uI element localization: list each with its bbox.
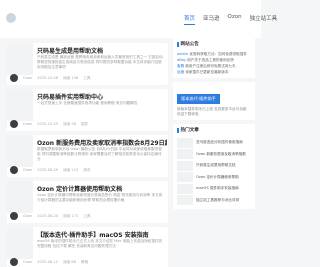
- hot-article-thumbnail[interactable]: [177, 195, 193, 206]
- article-tag[interactable]: 工具: [83, 214, 90, 219]
- widget-title-text: 热门文章: [180, 128, 199, 133]
- article-date: 2025-08-20: [37, 214, 59, 218]
- article-card[interactable]: Ozon 新服务费用及卖家取消率指数会8月29日起实施 根据俄罗斯电商平台 Oz…: [7, 135, 168, 177]
- article-title[interactable]: Ozon 定价计算器使用帮助文档: [37, 184, 167, 193]
- article-thumbnail[interactable]: [7, 43, 33, 75]
- article-date: 2025-08-12: [37, 260, 59, 264]
- article-card[interactable]: 只码易插件实用帮助中心 一站式快速上手 全面覆盖插件各项功能 使用教程 常见问题…: [7, 89, 168, 131]
- article-card[interactable]: 【版本迭代·插件助手】macOS 安装指南 macOS 版本的插件助手已正式上线…: [7, 227, 168, 267]
- article-meta: Ozon 2025-10-08 阅读 138 工具: [10, 74, 90, 82]
- article-tag[interactable]: 工具: [83, 76, 90, 81]
- top-navbar: 首页 亚马逊 Ozon 独立站工具: [0, 0, 277, 38]
- nav-home[interactable]: 首页: [184, 14, 196, 25]
- article-views: 阅读 88: [63, 259, 76, 264]
- article-views: 阅读 96: [63, 121, 76, 126]
- comment-text[interactable]: 新用户注册后即可免费试用七天: [185, 64, 235, 68]
- hot-article-title[interactable]: 亚马逊选品分析插件使用指南: [196, 140, 243, 145]
- widget-title: 网站公告: [177, 41, 251, 47]
- article-title[interactable]: 只码易生成是用帮助文档: [37, 46, 167, 55]
- author-avatar: [10, 74, 18, 82]
- nav-ozon[interactable]: Ozon: [228, 14, 242, 25]
- promo-description: 新版本插件助手已上线 支持更多平台与功能 欢迎下载体验: [177, 107, 247, 116]
- hot-article-item[interactable]: Ozon 新服务费用及取消率指数: [177, 149, 251, 161]
- comment-text[interactable]: 用户关于选品工具的使用反馈: [187, 58, 234, 62]
- article-meta: Ozon 2025-10-05 阅读 96 插件: [10, 120, 88, 128]
- hot-article-title[interactable]: macOS 插件助手安装指南: [196, 186, 239, 191]
- hot-article-thumbnail[interactable]: [177, 172, 193, 183]
- comment-user[interactable]: 客服: [177, 64, 184, 68]
- author-avatar: [10, 166, 18, 174]
- promo-button[interactable]: 版本迭代·插件助手: [177, 94, 220, 104]
- title-accent-bar: [177, 41, 179, 47]
- hot-article-item[interactable]: 只码易生成是用帮助文档: [177, 160, 251, 172]
- article-author[interactable]: Ozon: [23, 260, 32, 264]
- article-views: 阅读 138: [63, 75, 79, 80]
- site-logo[interactable]: [6, 13, 16, 23]
- article-excerpt: 根据俄罗斯电商平台 Ozon 最新公告 自8月29日起 平台将对卖家收取新服务费…: [37, 147, 162, 161]
- widget-title-text: 网站公告: [180, 42, 199, 47]
- comment-user[interactable]: 运营: [177, 70, 184, 74]
- article-views: 阅读 172: [63, 213, 79, 218]
- article-date: 2025-10-05: [37, 122, 59, 126]
- hot-article-title[interactable]: 独立站工具推荐与对比评测: [196, 198, 239, 203]
- article-title[interactable]: Ozon 新服务费用及卖家取消率指数会8月29日起实施: [37, 138, 167, 147]
- announcement-widget: 网站公告 admin 优惠码获取方法：如何免费领取插件 eBay 用户关于选品工…: [173, 38, 255, 78]
- article-tag[interactable]: 插件: [81, 122, 88, 127]
- title-accent-bar: [177, 127, 179, 133]
- article-date: 2025-08-29: [37, 168, 59, 172]
- comment-text[interactable]: 优惠码获取方法：如何免费领取插件: [189, 52, 247, 56]
- article-tag[interactable]: 资讯: [83, 168, 90, 173]
- hot-article-thumbnail[interactable]: [177, 183, 193, 194]
- article-title[interactable]: 只码易插件实用帮助中心: [37, 92, 167, 101]
- article-author[interactable]: Ozon: [23, 168, 32, 172]
- widget-title: 热门文章: [177, 127, 251, 133]
- comment-user[interactable]: admin: [177, 52, 188, 56]
- article-views: 阅读 215: [63, 167, 79, 172]
- article-list: 只码易生成是用帮助文档 只码易生成是 最新运营 是跨境电商卖家和运营人员最常用的…: [7, 43, 168, 267]
- hot-article-item[interactable]: macOS 插件助手安装指南: [177, 183, 251, 195]
- main-nav: 首页 亚马逊 Ozon 独立站工具: [184, 14, 277, 25]
- article-excerpt: 一站式快速上手 全面覆盖插件各项功能 使用教程 常见问题解答: [37, 101, 138, 105]
- hot-article-title[interactable]: 只码易生成是用帮助文档: [196, 163, 236, 168]
- hot-article-title[interactable]: Ozon 定价计算器使用帮助: [196, 175, 239, 180]
- nav-amazon[interactable]: 亚马逊: [203, 14, 220, 25]
- article-date: 2025-10-08: [37, 76, 59, 80]
- hot-article-item[interactable]: 亚马逊选品分析插件使用指南: [177, 137, 251, 149]
- promo-widget: 版本迭代·插件助手 新版本插件助手已上线 支持更多平台与功能 欢迎下载体验: [173, 82, 255, 120]
- nav-tools[interactable]: 独立站工具: [250, 14, 278, 25]
- article-author[interactable]: Ozon: [23, 122, 32, 126]
- comment-user[interactable]: eBay: [177, 58, 186, 62]
- hot-articles-widget: 热门文章 亚马逊选品分析插件使用指南 Ozon 新服务费用及取消率指数 只码易生…: [173, 124, 255, 209]
- author-avatar: [10, 120, 18, 128]
- article-meta: Ozon 2025-08-12 阅读 88 教程: [10, 258, 88, 266]
- article-thumbnail[interactable]: [7, 227, 33, 259]
- author-avatar: [10, 258, 18, 266]
- hot-article-title[interactable]: Ozon 新服务费用及取消率指数: [196, 152, 246, 157]
- article-thumbnail[interactable]: [7, 89, 33, 121]
- hot-article-thumbnail[interactable]: [177, 137, 193, 148]
- hot-article-item[interactable]: Ozon 定价计算器使用帮助: [177, 172, 251, 184]
- hot-article-item[interactable]: 独立站工具推荐与对比评测: [177, 195, 251, 207]
- article-author[interactable]: Ozon: [23, 214, 32, 218]
- hot-article-thumbnail[interactable]: [177, 160, 193, 171]
- article-thumbnail[interactable]: [7, 181, 33, 213]
- article-excerpt: 只码易生成是 最新运营 是跨境电商卖家和运营人员最常用的工具之一 它能自动帮助您…: [37, 55, 163, 69]
- article-card[interactable]: Ozon 定价计算器使用帮助文档 Ozon 定价计算器可帮助卖家快速计算商品售价…: [7, 181, 168, 223]
- article-excerpt: Ozon 定价计算器可帮助卖家快速计算商品售价 佣金 物流费用与利润率 本文将介…: [37, 193, 163, 202]
- hot-article-thumbnail[interactable]: [177, 149, 193, 160]
- article-meta: Ozon 2025-08-29 阅读 215 资讯: [10, 166, 90, 174]
- article-excerpt: macOS 版本的插件助手已正式上线 本文介绍在 Mac 电脑上安装及授权插件的…: [37, 239, 163, 248]
- author-avatar: [10, 212, 18, 220]
- article-card[interactable]: 只码易生成是用帮助文档 只码易生成是 最新运营 是跨境电商卖家和运营人员最常用的…: [7, 43, 168, 85]
- comment-item[interactable]: 运营 卖家插件已更新至最新版本: [177, 69, 251, 75]
- article-thumbnail[interactable]: [7, 135, 33, 167]
- comment-text[interactable]: 卖家插件已更新至最新版本: [185, 70, 228, 74]
- article-title[interactable]: 【版本迭代·插件助手】macOS 安装指南: [37, 230, 167, 239]
- article-meta: Ozon 2025-08-20 阅读 172 工具: [10, 212, 90, 220]
- article-tag[interactable]: 教程: [81, 260, 88, 265]
- article-author[interactable]: Ozon: [23, 76, 32, 80]
- sidebar: 网站公告 admin 优惠码获取方法：如何免费领取插件 eBay 用户关于选品工…: [173, 38, 255, 213]
